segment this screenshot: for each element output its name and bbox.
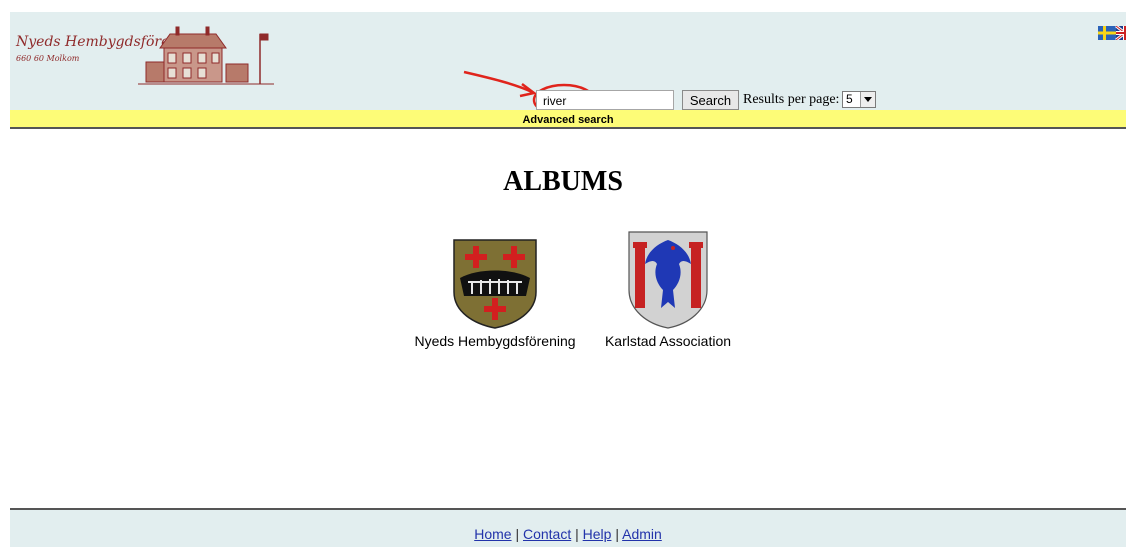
results-per-page-label: Results per page: [743,92,840,107]
footer-separator: | [575,526,579,542]
site-logo[interactable]: Nyeds Hembygdsförening 660 60 Molkom [14,26,276,96]
album-name[interactable]: Nyeds Hembygdsförening [410,333,580,349]
album-name[interactable]: Karlstad Association [598,333,738,349]
advanced-search-bar: Advanced search [10,110,1126,129]
footer-separator: | [515,526,520,542]
results-per-page-select[interactable]: 5 [842,91,876,108]
footer-link-home[interactable]: Home [474,526,511,542]
chevron-down-icon[interactable] [860,92,875,107]
uk-flag-icon[interactable] [1115,26,1126,40]
footer: Home | Contact | Help | Admin [10,508,1126,547]
language-flags[interactable] [1098,26,1126,40]
footer-links: Home | Contact | Help | Admin [10,526,1126,542]
footer-link-help[interactable]: Help [583,526,612,542]
album-item-nyeds[interactable]: Nyeds Hembygdsförening [410,238,580,349]
footer-separator: | [615,526,619,542]
advanced-search-link[interactable]: Advanced search [522,114,613,126]
house-illustration-icon [138,26,274,85]
karlstad-coat-of-arms-icon[interactable] [627,230,709,330]
page-title: ALBUMS [503,166,623,197]
nyed-coat-of-arms-icon[interactable] [452,238,538,330]
album-item-karlstad[interactable]: Karlstad Association [598,230,738,349]
search-button[interactable]: Search [682,90,739,110]
logo-postal: 660 60 Molkom [16,54,80,63]
results-per-page-value: 5 [846,92,853,106]
footer-link-admin[interactable]: Admin [622,526,662,542]
sweden-flag-icon[interactable] [1098,26,1116,40]
search-input[interactable] [536,90,674,110]
footer-link-contact[interactable]: Contact [523,526,571,542]
